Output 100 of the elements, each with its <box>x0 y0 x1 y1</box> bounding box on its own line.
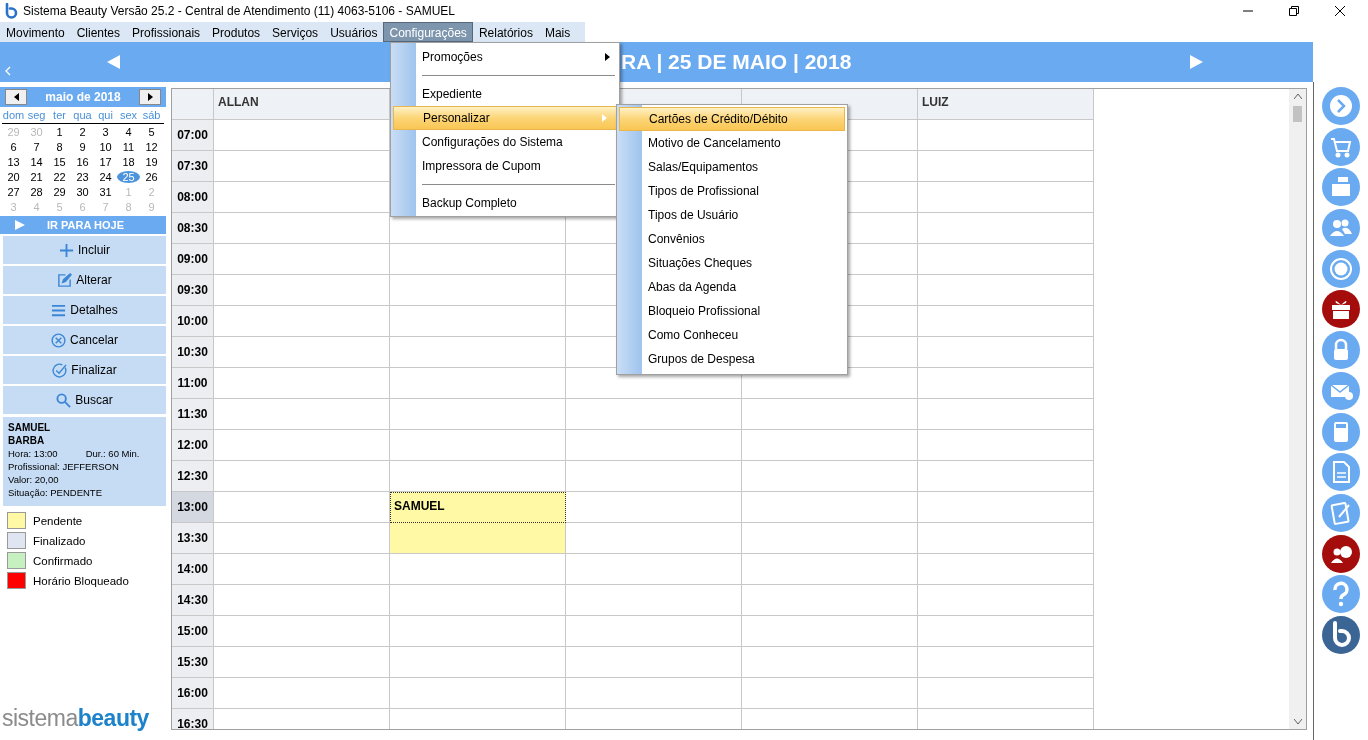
list-icon <box>51 302 67 318</box>
person-download-icon[interactable] <box>1322 534 1360 573</box>
menu-item[interactable]: Situações Cheques <box>617 251 847 275</box>
calendar-day[interactable]: 11 <box>117 140 140 153</box>
calendar-day[interactable]: 3 <box>94 125 117 138</box>
calendar-day[interactable]: 9 <box>71 140 94 153</box>
calendar-day[interactable]: 1 <box>48 125 71 138</box>
menu-bar-item[interactable]: Clientes <box>70 22 127 42</box>
cart-icon[interactable] <box>1322 127 1360 166</box>
legend-label: Horário Bloqueado <box>33 574 129 587</box>
calendar-day[interactable]: 14 <box>25 155 48 168</box>
menu-bar-item[interactable]: Serviços <box>266 22 325 42</box>
calendar-day[interactable]: 12 <box>140 140 163 153</box>
calendar-day[interactable]: 23 <box>71 170 94 183</box>
appointment-slot[interactable]: SAMUEL <box>390 492 566 523</box>
menu-item[interactable]: Grupos de Despesa <box>617 347 847 371</box>
menu-bar-item[interactable]: Produtos <box>206 22 267 42</box>
menu-item[interactable]: Bloqueio Profissional <box>617 299 847 323</box>
calendar-day[interactable]: 5 <box>140 125 163 138</box>
action-button[interactable]: Buscar <box>3 386 166 414</box>
calendar-day[interactable]: 4 <box>117 125 140 138</box>
calendar-day[interactable]: 16 <box>71 155 94 168</box>
chevron-icon[interactable] <box>1322 87 1360 125</box>
scrollbar[interactable] <box>1289 89 1306 729</box>
calendar-day[interactable]: 6 <box>2 140 25 153</box>
menu-item[interactable]: Promoções <box>391 45 619 69</box>
scroll-thumb[interactable] <box>1293 106 1302 122</box>
menu-bar-item[interactable]: Movimento <box>0 22 71 42</box>
scroll-down-icon[interactable] <box>1293 719 1302 724</box>
menu-item[interactable]: Abas da Agenda <box>617 275 847 299</box>
action-button[interactable]: Detalhes <box>3 296 166 324</box>
date-title: RA | 25 DE MAIO | 2018 <box>621 50 852 74</box>
calendar-day[interactable]: 13 <box>2 155 25 168</box>
menu-item[interactable]: Impressora de Cupom <box>391 154 619 178</box>
calendar-day[interactable]: 2 <box>71 125 94 138</box>
calendar-day[interactable]: 7 <box>25 140 48 153</box>
next-month-button[interactable] <box>139 89 161 105</box>
action-button[interactable]: Incluir <box>3 236 166 264</box>
calculator-icon[interactable] <box>1322 412 1360 451</box>
legend-label: Confirmado <box>33 554 93 567</box>
menu-item[interactable]: Como Conheceu <box>617 323 847 347</box>
action-button[interactable]: Finalizar <box>3 356 166 384</box>
menu-item[interactable]: Personalizar <box>393 106 617 130</box>
legend-label: Finalizado <box>33 534 86 547</box>
calendar-day[interactable]: 28 <box>25 185 48 198</box>
time-cell: 15:00 <box>172 616 214 647</box>
calendar-day[interactable]: 19 <box>140 155 163 168</box>
menu-item[interactable]: Convênios <box>617 227 847 251</box>
menu-item[interactable]: Salas/Equipamentos <box>617 155 847 179</box>
submenu-arrow-icon <box>602 114 607 122</box>
calendar-day[interactable]: 30 <box>71 185 94 198</box>
scroll-up-icon[interactable] <box>1293 94 1302 99</box>
gift-icon[interactable] <box>1322 290 1360 329</box>
menu-bar-item[interactable]: Profissionais <box>126 22 207 42</box>
menu-bar-item[interactable]: Usuários <box>324 22 384 42</box>
next-day-icon[interactable] <box>1189 55 1203 69</box>
menu-item[interactable]: Tipos de Usuário <box>617 203 847 227</box>
calendar-day[interactable]: 26 <box>140 170 163 183</box>
calendar-day[interactable]: 15 <box>48 155 71 168</box>
menu-item[interactable]: Tipos de Profissional <box>617 179 847 203</box>
action-button[interactable]: Cancelar <box>3 326 166 354</box>
menu-item[interactable]: Configurações do Sistema <box>391 130 619 154</box>
professional-text: Profissional: JEFFERSON <box>8 461 120 472</box>
menu-item[interactable]: Motivo de Cancelamento <box>617 131 847 155</box>
weekday-label: seg <box>26 109 47 123</box>
arrow-right-icon <box>147 93 153 101</box>
chevron-left-icon[interactable] <box>5 66 11 76</box>
window-title: Sistema Beauty Versão 25.2 - Central de Atendimento (11) 4063-5106 - SAMUEL <box>23 4 456 18</box>
b-logo-icon[interactable] <box>1322 615 1360 654</box>
calendar-day[interactable]: 17 <box>94 155 117 168</box>
envelope-icon[interactable] <box>1322 371 1360 410</box>
previous-month-button[interactable] <box>5 89 27 105</box>
users-icon[interactable] <box>1322 209 1360 248</box>
duration-text: Dur.: 60 Min. <box>85 448 140 459</box>
menu-item[interactable]: Expediente <box>391 82 619 106</box>
calendar-day[interactable]: 27 <box>2 185 25 198</box>
close-icon[interactable] <box>1334 5 1346 17</box>
calendar-day[interactable]: 29 <box>48 185 71 198</box>
restore-icon[interactable] <box>1288 5 1300 17</box>
menu-bar-item[interactable]: Mais <box>538 22 577 42</box>
weekday-label: ter <box>52 109 67 123</box>
menu-item[interactable]: Cartões de Crédito/Débito <box>619 107 845 131</box>
time-cell: 08:00 <box>172 182 214 213</box>
appointment-slot[interactable] <box>390 523 566 554</box>
calendar-day[interactable]: 22 <box>48 170 71 183</box>
document-icon[interactable] <box>1322 453 1360 492</box>
time-cell: 16:30 <box>172 709 214 729</box>
menu-item[interactable]: Backup Completo <box>391 191 619 215</box>
calendar-day[interactable]: 21 <box>25 170 48 183</box>
menu-bar-item[interactable]: Relatórios <box>472 22 539 42</box>
previous-day-icon[interactable] <box>107 55 121 69</box>
calendar-day[interactable]: 20 <box>2 170 25 183</box>
time-cell: 14:30 <box>172 585 214 616</box>
calendar-day[interactable]: 10 <box>94 140 117 153</box>
calendar-day[interactable]: 24 <box>94 170 117 183</box>
calendar-day[interactable]: 31 <box>94 185 117 198</box>
calendar-day[interactable]: 8 <box>48 140 71 153</box>
action-button[interactable]: Alterar <box>3 266 166 294</box>
calendar-day[interactable]: 18 <box>117 155 140 168</box>
cash-register-icon[interactable] <box>1322 168 1360 207</box>
